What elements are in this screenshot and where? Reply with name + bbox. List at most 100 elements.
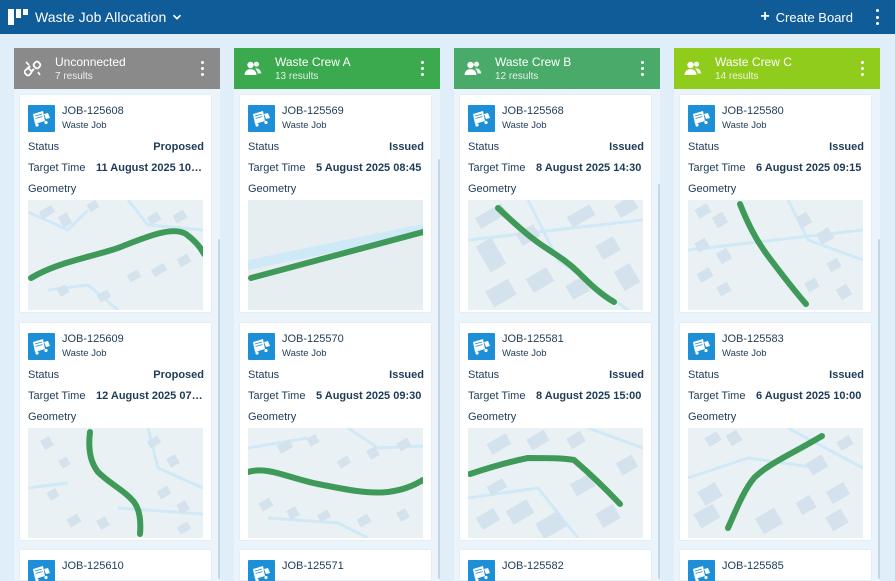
waste-truck-icon [248, 560, 275, 581]
target-time-label: Target Time [688, 390, 746, 402]
crew-icon [684, 61, 702, 75]
job-id: JOB-125580 [722, 105, 784, 117]
board-icon [8, 9, 28, 25]
waste-truck-icon [28, 333, 55, 360]
column-scrollbar[interactable] [878, 239, 880, 579]
waste-truck-icon [468, 105, 495, 132]
unlink-icon [24, 60, 42, 77]
waste-truck-icon [688, 333, 715, 360]
geometry-label: Geometry [688, 183, 737, 195]
waste-truck-icon [468, 560, 495, 581]
job-id: JOB-125570 [282, 333, 344, 345]
column-scrollbar[interactable] [658, 184, 660, 579]
column-header: Waste Crew B 12 results [454, 48, 660, 89]
job-card[interactable]: JOB-125583 Waste Job Status Issued Target Ti… [680, 323, 871, 540]
geometry-map [688, 428, 863, 538]
job-type: Waste Job [502, 348, 547, 359]
top-bar: Waste Job Allocation + Create Board [0, 0, 895, 34]
crew-icon [244, 61, 262, 75]
target-time-value: 6 August 2025 09:15 [756, 162, 862, 174]
target-time-label: Target Time [468, 390, 526, 402]
job-id: JOB-125585 [722, 560, 784, 572]
page-title: Waste Job Allocation [35, 9, 167, 25]
board: Unconnected 7 results JOB-125608 Waste Job S… [0, 34, 895, 581]
target-time-value: 8 August 2025 14:30 [536, 162, 642, 174]
target-time-label: Target Time [28, 162, 86, 174]
job-card[interactable]: JOB-125570 Waste Job Status Issued Target Ti… [240, 323, 431, 540]
job-id: JOB-125569 [282, 105, 344, 117]
column-scrollbar[interactable] [218, 239, 220, 579]
job-card[interactable]: JOB-125610 [20, 550, 211, 581]
geometry-map [248, 428, 423, 538]
job-card[interactable]: JOB-125580 Waste Job Status Issued Target Ti… [680, 95, 871, 312]
kebab-menu-icon[interactable] [638, 61, 646, 76]
status-value: Issued [829, 141, 864, 153]
job-id: JOB-125582 [502, 560, 564, 572]
target-time-value: 5 August 2025 08:45 [316, 162, 422, 174]
waste-truck-icon [688, 105, 715, 132]
job-card[interactable]: JOB-125569 Waste Job Status Issued Target Ti… [240, 95, 431, 312]
geometry-label: Geometry [28, 183, 77, 195]
target-time-value: 11 August 2025 10:15 [96, 162, 205, 174]
status-label: Status [248, 141, 280, 153]
kebab-menu-icon[interactable] [869, 9, 885, 25]
target-time-label: Target Time [468, 162, 526, 174]
target-time-value: 5 August 2025 09:30 [316, 390, 422, 402]
geometry-label: Geometry [468, 411, 517, 423]
status-value: Issued [609, 369, 644, 381]
column-title: Unconnected [55, 55, 126, 69]
kebab-menu-icon[interactable] [418, 61, 426, 76]
status-value: Issued [829, 369, 864, 381]
job-card[interactable]: JOB-125581 Waste Job Status Issued Target Ti… [460, 323, 651, 540]
job-type: Waste Job [282, 120, 327, 131]
geometry-map [468, 428, 643, 538]
job-type: Waste Job [62, 120, 107, 131]
geometry-map [28, 428, 203, 538]
job-card[interactable]: JOB-125585 [680, 550, 871, 581]
job-card[interactable]: JOB-125571 [240, 550, 431, 581]
job-type: Waste Job [502, 120, 547, 131]
create-board-button[interactable]: + Create Board [760, 0, 853, 34]
crew-icon [464, 61, 482, 75]
column-waste-crew-a: Waste Crew A 13 results JOB-125569 Waste Jo… [234, 34, 446, 581]
job-type: Waste Job [722, 348, 767, 359]
target-time-label: Target Time [248, 390, 306, 402]
job-card[interactable]: JOB-125609 Waste Job Status Proposed Target … [20, 323, 211, 540]
waste-truck-icon [28, 105, 55, 132]
kebab-menu-icon[interactable] [198, 61, 206, 76]
column-title: Waste Crew C [715, 55, 792, 69]
geometry-map [28, 200, 203, 310]
target-time-label: Target Time [688, 162, 746, 174]
column-count: 7 results [55, 71, 93, 82]
kebab-menu-icon[interactable] [858, 61, 866, 76]
job-card[interactable]: JOB-125582 [460, 550, 651, 581]
job-type: Waste Job [62, 348, 107, 359]
column-header: Waste Crew A 13 results [234, 48, 440, 89]
column-count: 12 results [495, 71, 539, 82]
target-time-label: Target Time [28, 390, 86, 402]
waste-truck-icon [468, 333, 495, 360]
plus-icon: + [760, 8, 770, 25]
geometry-label: Geometry [468, 183, 517, 195]
status-label: Status [468, 369, 500, 381]
column-scrollbar[interactable] [438, 159, 440, 579]
job-id: JOB-125581 [502, 333, 564, 345]
waste-truck-icon [688, 560, 715, 581]
status-label: Status [248, 369, 280, 381]
job-type: Waste Job [722, 120, 767, 131]
status-value: Proposed [153, 141, 204, 153]
job-id: JOB-125568 [502, 105, 564, 117]
board-selector[interactable]: Waste Job Allocation [35, 0, 182, 34]
create-board-label: Create Board [775, 9, 853, 25]
target-time-value: 6 August 2025 10:00 [756, 390, 862, 402]
column-waste-crew-b: Waste Crew B 12 results JOB-125568 Waste Jo… [454, 34, 666, 581]
status-label: Status [688, 369, 720, 381]
status-label: Status [28, 141, 60, 153]
status-label: Status [468, 141, 500, 153]
geometry-label: Geometry [28, 411, 77, 423]
job-card[interactable]: JOB-125608 Waste Job Status Proposed Target … [20, 95, 211, 312]
job-id: JOB-125609 [62, 333, 124, 345]
job-card[interactable]: JOB-125568 Waste Job Status Issued Target Ti… [460, 95, 651, 312]
geometry-map [688, 200, 863, 310]
geometry-map [468, 200, 643, 310]
